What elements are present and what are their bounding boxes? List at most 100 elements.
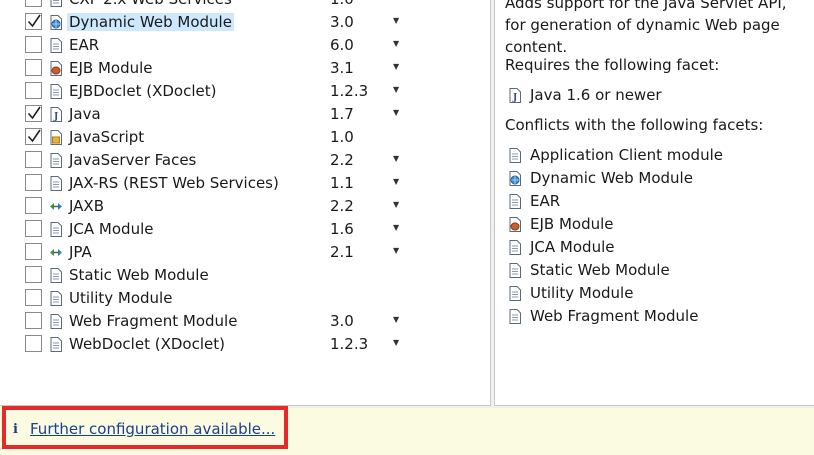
facet-checkbox[interactable] — [25, 174, 42, 191]
version-dropdown-icon[interactable]: ▼ — [393, 177, 399, 186]
facet-row-javascript[interactable]: JavaScript 1.0 — [0, 126, 490, 149]
ejb-icon — [49, 61, 63, 76]
requires-heading: Requires the following facet: — [505, 56, 720, 74]
facet-list: CXF 2.x Web Services 1.0 Dynamic Web Modul… — [0, 0, 490, 356]
page-icon — [49, 0, 63, 7]
facet-row-jax-rs-rest-web-services[interactable]: JAX-RS (REST Web Services) 1.1 ▼ — [0, 172, 490, 195]
page-icon — [49, 268, 63, 283]
arrows-icon — [49, 199, 63, 214]
facet-row-java[interactable]: J Java 1.7 ▼ — [0, 103, 490, 126]
facet-name: EJB Module — [69, 59, 153, 77]
facet-row-web-fragment-module[interactable]: Web Fragment Module 3.0 ▼ — [0, 310, 490, 333]
java-icon: J — [49, 107, 63, 122]
conflicts-heading: Conflicts with the following facets: — [505, 116, 764, 134]
facet-name: EJBDoclet (XDoclet) — [69, 82, 217, 100]
page-icon — [49, 222, 63, 237]
status-bar: i Further configuration available... — [0, 408, 814, 455]
version-dropdown-icon[interactable]: ▼ — [393, 200, 399, 209]
version-dropdown-icon[interactable]: ▼ — [393, 154, 399, 163]
facet-checkbox[interactable] — [25, 243, 42, 260]
facet-item-label: JCA Module — [530, 238, 615, 256]
web-module-icon — [508, 171, 522, 186]
facet-name: CXF 2.x Web Services — [69, 0, 232, 8]
info-icon: i — [13, 422, 18, 437]
facet-row-static-web-module[interactable]: Static Web Module — [0, 264, 490, 287]
javascript-icon — [49, 130, 63, 145]
facet-checkbox[interactable] — [25, 289, 42, 306]
facet-row-ear[interactable]: EAR 6.0 ▼ — [0, 34, 490, 57]
facet-row-jaxb[interactable]: JAXB 2.2 ▼ — [0, 195, 490, 218]
further-configuration-link[interactable]: Further configuration available... — [30, 420, 275, 438]
facet-checkbox[interactable] — [25, 0, 42, 7]
version-dropdown-icon[interactable]: ▼ — [393, 85, 399, 94]
facet-name: WebDoclet (XDoclet) — [69, 335, 225, 353]
facet-version[interactable]: 2.2 — [330, 151, 354, 169]
version-dropdown-icon[interactable]: ▼ — [393, 246, 399, 255]
facet-checkbox[interactable] — [25, 128, 42, 145]
facet-name: JPA — [69, 243, 92, 261]
facet-row-jpa[interactable]: JPA 2.1 ▼ — [0, 241, 490, 264]
version-dropdown-icon[interactable]: ▼ — [393, 338, 399, 347]
facet-name: Web Fragment Module — [69, 312, 238, 330]
version-dropdown-icon[interactable]: ▼ — [393, 39, 399, 48]
page-icon — [508, 309, 522, 324]
facet-name: Java — [69, 105, 101, 123]
facet-name: Utility Module — [69, 289, 173, 307]
facet-checkbox[interactable] — [25, 197, 42, 214]
facet-name: JCA Module — [69, 220, 154, 238]
facet-version: 1.0 — [330, 128, 354, 146]
facet-row-dynamic-web-module[interactable]: Dynamic Web Module 3.0 ▼ — [0, 11, 490, 34]
facet-version[interactable]: 2.2 — [330, 197, 354, 215]
facet-version[interactable]: 3.0 — [330, 312, 354, 330]
facet-version[interactable]: 2.1 — [330, 243, 354, 261]
facet-checkbox[interactable] — [25, 151, 42, 168]
facet-version[interactable]: 1.1 — [330, 174, 354, 192]
facet-name: JavaServer Faces — [69, 151, 197, 169]
facet-row-jca-module[interactable]: JCA Module 1.6 ▼ — [0, 218, 490, 241]
facet-item-label: Web Fragment Module — [530, 307, 699, 325]
facet-checkbox[interactable] — [25, 13, 42, 30]
facet-version[interactable]: 1.2.3 — [330, 82, 368, 100]
facet-item-label: EAR — [530, 192, 561, 210]
version-dropdown-icon[interactable]: ▼ — [393, 223, 399, 232]
facet-name: JAX-RS (REST Web Services) — [69, 174, 279, 192]
facet-version[interactable]: 1.6 — [330, 220, 354, 238]
facet-version[interactable]: 3.0 — [330, 13, 354, 31]
facet-version[interactable]: 1.7 — [330, 105, 354, 123]
facet-version[interactable]: 6.0 — [330, 36, 354, 54]
page-icon — [508, 286, 522, 301]
facet-checkbox[interactable] — [25, 335, 42, 352]
page-icon — [49, 84, 63, 99]
facet-name: Static Web Module — [69, 266, 209, 284]
version-dropdown-icon[interactable]: ▼ — [393, 16, 399, 25]
facet-row-ejb-module[interactable]: EJB Module 3.1 ▼ — [0, 57, 490, 80]
version-dropdown-icon[interactable]: ▼ — [393, 108, 399, 117]
facet-version[interactable]: 3.1 — [330, 59, 354, 77]
facet-item-label: EJB Module — [530, 215, 614, 233]
page-icon — [49, 314, 63, 329]
version-dropdown-icon[interactable]: ▼ — [393, 315, 399, 324]
page-icon — [508, 148, 522, 163]
facet-row-utility-module[interactable]: Utility Module — [0, 287, 490, 310]
facet-checkbox[interactable] — [25, 36, 42, 53]
facet-checkbox[interactable] — [25, 312, 42, 329]
facet-checkbox[interactable] — [25, 105, 42, 122]
facet-checkbox[interactable] — [25, 266, 42, 283]
facet-version[interactable]: 1.2.3 — [330, 335, 368, 353]
facet-item-label: Java 1.6 or newer — [530, 86, 662, 104]
facet-list-pane: CXF 2.x Web Services 1.0 Dynamic Web Modul… — [0, 0, 491, 406]
facet-row-webdoclet-xdoclet[interactable]: WebDoclet (XDoclet) 1.2.3 ▼ — [0, 333, 490, 356]
facet-checkbox[interactable] — [25, 220, 42, 237]
facet-checkbox[interactable] — [25, 59, 42, 76]
facet-row-javaserver-faces[interactable]: JavaServer Faces 2.2 ▼ — [0, 149, 490, 172]
facet-item-label: Application Client module — [530, 146, 723, 164]
facet-checkbox[interactable] — [25, 82, 42, 99]
version-dropdown-icon[interactable]: ▼ — [393, 62, 399, 71]
page-icon — [49, 337, 63, 352]
page-icon — [49, 38, 63, 53]
facet-row-cxf-2-x-web-services[interactable]: CXF 2.x Web Services 1.0 — [0, 0, 490, 11]
java-icon: J — [508, 88, 522, 103]
facet-row-ejbdoclet-xdoclet[interactable]: EJBDoclet (XDoclet) 1.2.3 ▼ — [0, 80, 490, 103]
facet-version: 1.0 — [330, 0, 354, 8]
facet-item-label: Dynamic Web Module — [530, 169, 693, 187]
